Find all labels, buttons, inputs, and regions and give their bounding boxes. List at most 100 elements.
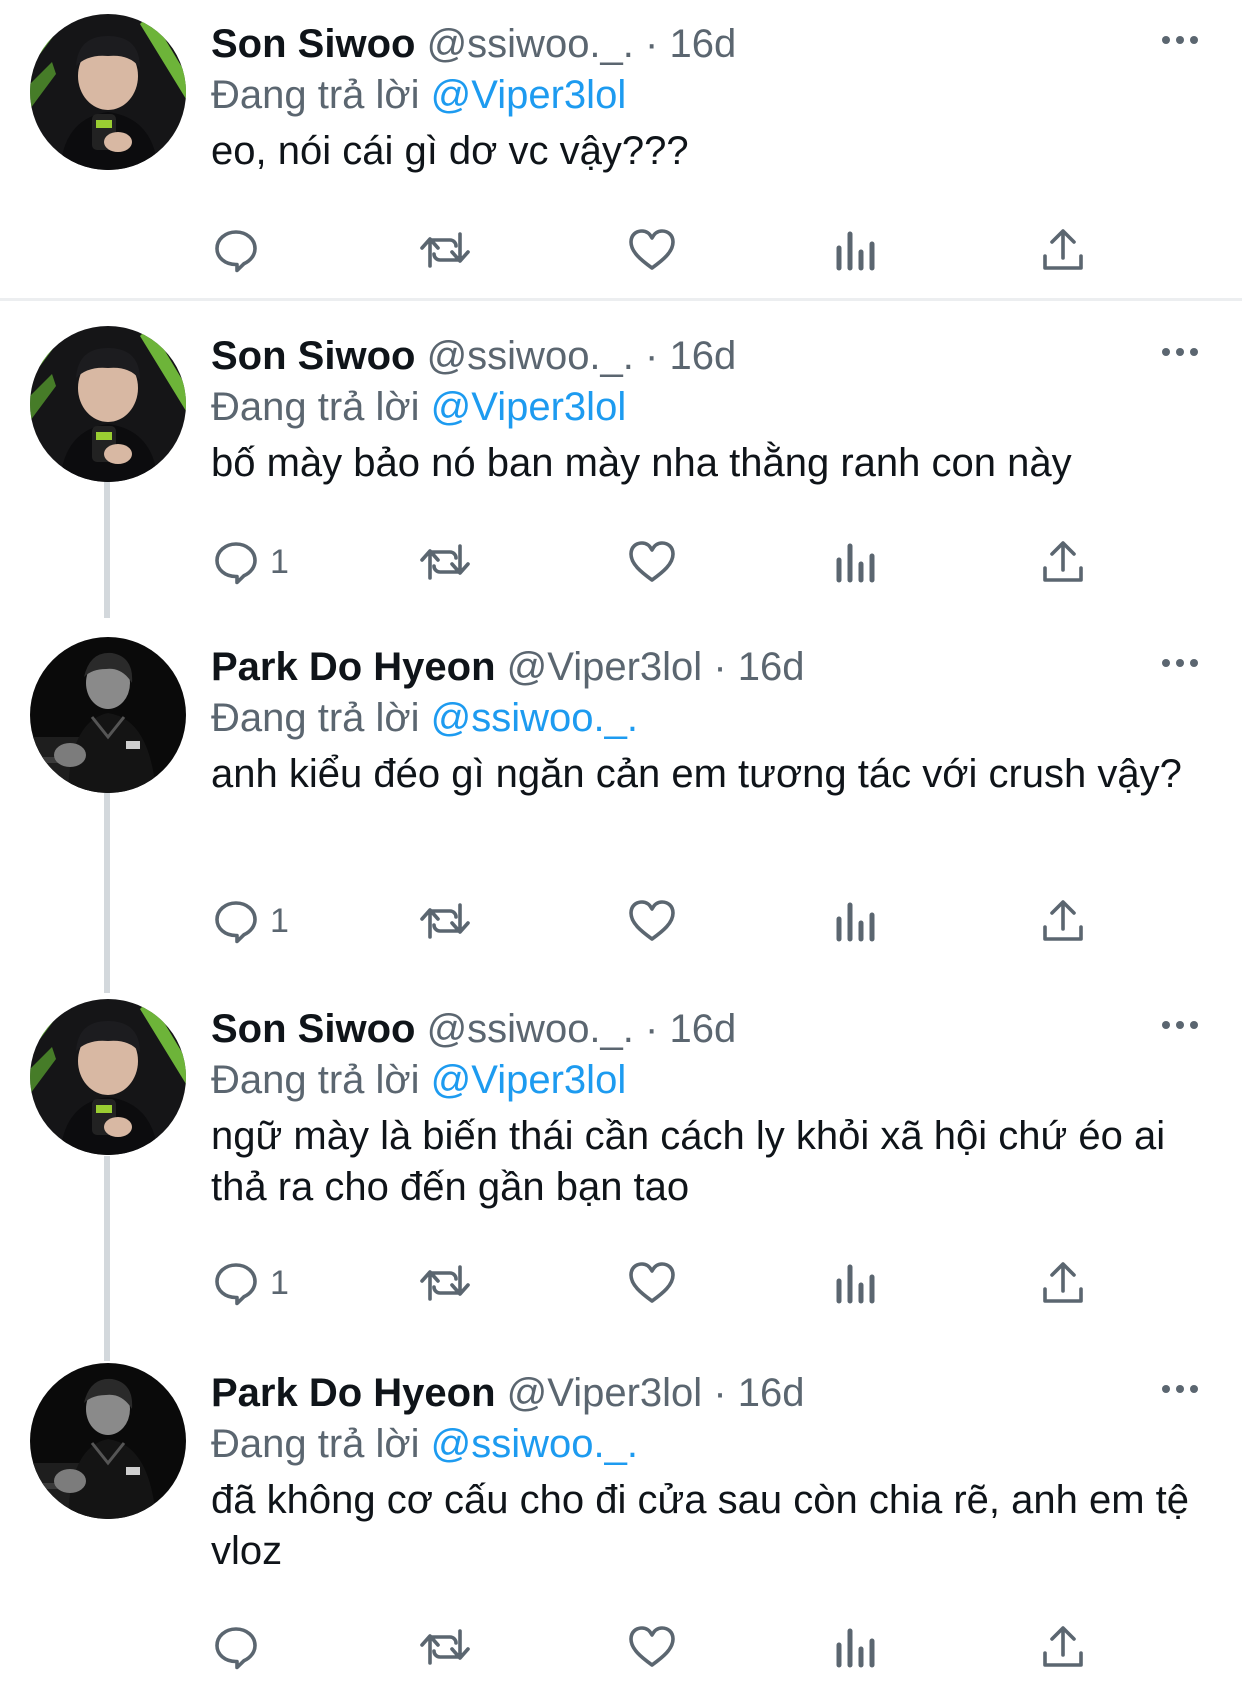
heart-icon	[629, 900, 675, 941]
tweet[interactable]: Park Do Hyeon @Viper3lol · 16d Đang trả …	[0, 1349, 1242, 1691]
reply-button[interactable]: 1	[212, 891, 289, 951]
more-icon[interactable]	[1160, 28, 1200, 52]
like-button[interactable]	[627, 1617, 677, 1677]
reply-button[interactable]: 1	[212, 1253, 289, 1313]
tweet-header: Park Do Hyeon @Viper3lol · 16d	[211, 1371, 805, 1415]
analytics-icon	[836, 231, 875, 271]
tweet-text: bố mày bảo nó ban mày nha thằng ranh con…	[211, 441, 1072, 485]
timestamp[interactable]: 16d	[669, 334, 736, 378]
reply-mention[interactable]: @ssiwoo._.	[431, 1422, 638, 1466]
avatar[interactable]	[30, 326, 186, 482]
author-handle[interactable]: @Viper3lol	[507, 1371, 703, 1415]
author-handle[interactable]: @Viper3lol	[507, 645, 703, 689]
heart-icon	[629, 1262, 675, 1303]
tweet-text: eo, nói cái gì dơ vc vậy???	[211, 129, 689, 173]
share-icon	[1043, 229, 1083, 270]
tweet[interactable]: Son Siwoo @ssiwoo._. · 16d Đang trả lời …	[0, 985, 1242, 1347]
like-button[interactable]	[627, 891, 677, 951]
author-handle[interactable]: @ssiwoo._.	[427, 1007, 634, 1051]
views-button[interactable]	[834, 1253, 878, 1313]
retweet-button[interactable]	[418, 1253, 472, 1313]
author-name[interactable]: Son Siwoo	[211, 22, 415, 66]
reply-mention[interactable]: @ssiwoo._.	[431, 696, 638, 740]
separator: ·	[645, 334, 659, 378]
views-button[interactable]	[834, 532, 878, 592]
share-icon	[1043, 541, 1083, 582]
reply-mention[interactable]: @Viper3lol	[431, 73, 627, 117]
tweet-text: đã không cơ cấu cho đi cửa sau còn chia …	[211, 1478, 1190, 1573]
tweet[interactable]: Son Siwoo @ssiwoo._. · 16d Đang trả lời …	[0, 312, 1242, 622]
action-bar: 1	[0, 532, 1242, 592]
timestamp[interactable]: 16d	[738, 1371, 805, 1415]
author-name[interactable]: Park Do Hyeon	[211, 645, 496, 689]
like-button[interactable]	[627, 532, 677, 592]
reply-button[interactable]	[212, 220, 270, 280]
retweet-icon	[420, 1265, 470, 1301]
like-button[interactable]	[627, 220, 677, 280]
timestamp[interactable]: 16d	[669, 1007, 736, 1051]
analytics-icon	[836, 1628, 875, 1668]
analytics-icon	[836, 543, 875, 583]
reply-context: Đang trả lời @ssiwoo._.	[211, 695, 638, 741]
like-button[interactable]	[627, 1253, 677, 1313]
reply-context: Đang trả lời @ssiwoo._.	[211, 1421, 638, 1467]
tweet-header: Son Siwoo @ssiwoo._. · 16d	[211, 334, 736, 378]
analytics-icon	[836, 902, 875, 942]
divider	[0, 298, 1242, 301]
views-button[interactable]	[834, 891, 878, 951]
views-button[interactable]	[834, 220, 878, 280]
reply-context: Đang trả lời @Viper3lol	[211, 1057, 626, 1103]
more-icon[interactable]	[1160, 340, 1200, 364]
retweet-icon	[420, 1629, 470, 1665]
avatar[interactable]	[30, 14, 186, 170]
author-handle[interactable]: @ssiwoo._.	[427, 22, 634, 66]
author-name[interactable]: Son Siwoo	[211, 334, 415, 378]
share-button[interactable]	[1040, 891, 1086, 951]
tweet[interactable]: Park Do Hyeon @Viper3lol · 16d Đang trả …	[0, 623, 1242, 983]
author-handle[interactable]: @ssiwoo._.	[427, 334, 634, 378]
reply-icon	[215, 542, 257, 585]
heart-icon	[629, 1626, 675, 1667]
more-icon[interactable]	[1160, 1377, 1200, 1401]
reply-count: 1	[270, 542, 289, 581]
reply-context: Đang trả lời @Viper3lol	[211, 384, 626, 430]
avatar[interactable]	[30, 637, 186, 793]
heart-icon	[629, 229, 675, 270]
author-name[interactable]: Park Do Hyeon	[211, 1371, 496, 1415]
share-button[interactable]	[1040, 532, 1086, 592]
tweet-text: ngữ mày là biến thái cần cách ly khỏi xã…	[211, 1114, 1166, 1209]
reply-button[interactable]: 1	[212, 532, 289, 592]
reply-icon	[215, 901, 257, 944]
reply-button[interactable]	[212, 1617, 270, 1677]
retweet-button[interactable]	[418, 532, 472, 592]
reply-mention[interactable]: @Viper3lol	[431, 385, 627, 429]
retweet-button[interactable]	[418, 1617, 472, 1677]
more-icon[interactable]	[1160, 651, 1200, 675]
share-button[interactable]	[1040, 1253, 1086, 1313]
retweet-button[interactable]	[418, 891, 472, 951]
share-icon	[1043, 1262, 1083, 1303]
analytics-icon	[836, 1264, 875, 1304]
author-name[interactable]: Son Siwoo	[211, 1007, 415, 1051]
reply-prefix: Đang trả lời	[211, 73, 420, 117]
avatar[interactable]	[30, 999, 186, 1155]
reply-icon	[215, 1627, 257, 1670]
reply-prefix: Đang trả lời	[211, 1058, 420, 1102]
timestamp[interactable]: 16d	[738, 645, 805, 689]
more-icon[interactable]	[1160, 1013, 1200, 1037]
retweet-icon	[420, 232, 470, 268]
reply-mention[interactable]: @Viper3lol	[431, 1058, 627, 1102]
action-bar: 1	[0, 1253, 1242, 1313]
avatar[interactable]	[30, 1363, 186, 1519]
timestamp[interactable]: 16d	[669, 22, 736, 66]
retweet-icon	[420, 903, 470, 939]
retweet-button[interactable]	[418, 220, 472, 280]
retweet-icon	[420, 544, 470, 580]
tweet[interactable]: Son Siwoo @ssiwoo._. · 16d Đang trả lời …	[0, 0, 1242, 300]
share-button[interactable]	[1040, 220, 1086, 280]
share-button[interactable]	[1040, 1617, 1086, 1677]
views-button[interactable]	[834, 1617, 878, 1677]
action-bar	[0, 220, 1242, 280]
share-icon	[1043, 1626, 1083, 1667]
reply-count: 1	[270, 901, 289, 940]
